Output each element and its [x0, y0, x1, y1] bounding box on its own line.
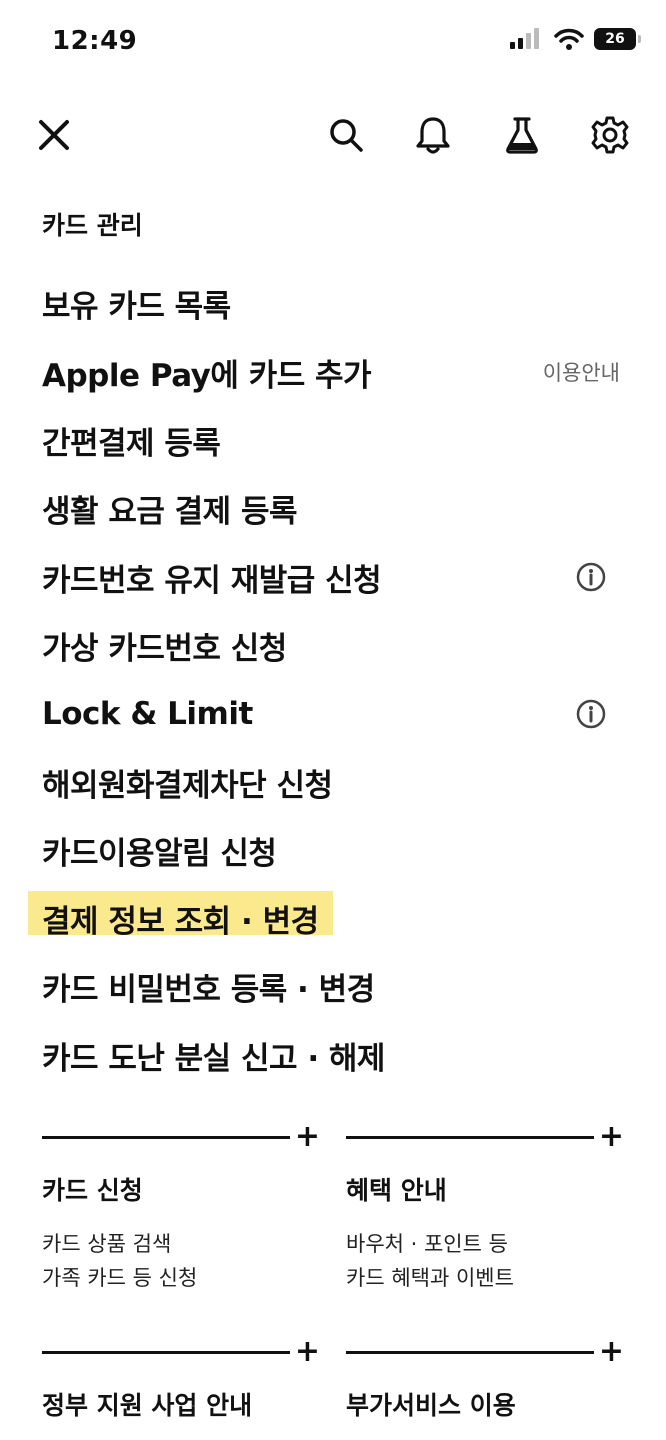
- tile-divider: +: [346, 1334, 624, 1369]
- plus-icon: +: [598, 1119, 624, 1154]
- menu-item-dcc-block[interactable]: 해외원화결제차단 신청: [42, 754, 632, 810]
- tile-card-application[interactable]: + 카드 신청 카드 상품 검색 가족 카드 등 신청: [42, 1119, 320, 1295]
- tile-description-line: 바우처 · 포인트 등: [346, 1232, 508, 1256]
- close-button[interactable]: [24, 105, 84, 165]
- tile-description-line: 가족 카드 등 신청: [42, 1266, 198, 1290]
- menu-item-label: 보유 카드 목록: [42, 288, 231, 325]
- divider-line: [346, 1351, 594, 1354]
- search-button[interactable]: [316, 105, 376, 165]
- menu-item-payment-info[interactable]: 결제 정보 조회 · 변경: [42, 890, 632, 946]
- plus-icon: +: [294, 1334, 320, 1369]
- battery-indicator: 26: [594, 28, 641, 50]
- tile-title: 혜택 안내: [346, 1176, 447, 1205]
- menu-item-label: 결제 정보 조회 · 변경: [42, 903, 319, 940]
- lab-button[interactable]: [492, 105, 552, 165]
- menu-item-utility-payment[interactable]: 생활 요금 결제 등록: [42, 480, 632, 536]
- tile-benefits[interactable]: + 혜택 안내 바우처 · 포인트 등 카드 혜택과 이벤트: [346, 1119, 624, 1295]
- menu-item-label: 카드 비밀번호 등록 · 변경: [42, 971, 375, 1008]
- tile-description-line: 카드 상품 검색: [42, 1232, 172, 1256]
- toolbar: [0, 105, 666, 167]
- divider-line: [346, 1136, 594, 1139]
- menu-item-apple-pay[interactable]: Apple Pay에 카드 추가 이용안내: [42, 344, 632, 400]
- close-icon: [39, 120, 69, 150]
- tile-government-support[interactable]: + 정부 지원 사업 안내: [42, 1334, 320, 1422]
- menu-item-card-list[interactable]: 보유 카드 목록: [42, 275, 632, 331]
- tile-description: 카드 상품 검색 가족 카드 등 신청: [42, 1227, 320, 1295]
- tile-description-line: 카드 혜택과 이벤트: [346, 1266, 514, 1290]
- tile-title: 카드 신청: [42, 1176, 143, 1205]
- menu-item-reissue[interactable]: 카드번호 유지 재발급 신청: [42, 549, 632, 605]
- gear-icon: [591, 116, 629, 154]
- tile-title: 정부 지원 사업 안내: [42, 1391, 253, 1420]
- menu-item-label: 해외원화결제차단 신청: [42, 767, 333, 804]
- bell-icon: [416, 117, 450, 154]
- menu-item-label: 카드번호 유지 재발급 신청: [42, 562, 382, 599]
- tile-divider: +: [42, 1119, 320, 1154]
- wifi-icon: [554, 28, 584, 50]
- menu-item-label: 가상 카드번호 신청: [42, 630, 287, 667]
- settings-button[interactable]: [580, 105, 640, 165]
- divider-line: [42, 1351, 290, 1354]
- menu-item-lost-stolen[interactable]: 카드 도난 분실 신고 · 해제: [42, 1027, 632, 1083]
- status-icons: 26: [510, 28, 641, 50]
- menu-item-label: Lock & Limit: [42, 696, 253, 732]
- search-icon: [330, 119, 363, 152]
- menu-item-label: 카드이용알림 신청: [42, 835, 277, 872]
- tile-divider: +: [346, 1119, 624, 1154]
- tile-title: 부가서비스 이용: [346, 1391, 516, 1420]
- menu-item-card-password[interactable]: 카드 비밀번호 등록 · 변경: [42, 958, 632, 1014]
- menu-item-label: 생활 요금 결제 등록: [42, 493, 298, 530]
- menu-item-label: 카드 도난 분실 신고 · 해제: [42, 1040, 385, 1077]
- divider-line: [42, 1136, 290, 1139]
- apple-pay-guide-link[interactable]: 이용안내: [543, 357, 620, 387]
- signal-icon: [510, 28, 539, 49]
- menu-item-lock-limit[interactable]: Lock & Limit: [42, 686, 632, 742]
- menu-item-easy-pay[interactable]: 간편결제 등록: [42, 412, 632, 468]
- status-time: 12:49: [52, 26, 138, 56]
- section-title: 카드 관리: [42, 211, 143, 240]
- status-bar: 12:49 26: [0, 0, 666, 86]
- menu-item-virtual-card[interactable]: 가상 카드번호 신청: [42, 617, 632, 673]
- menu-item-usage-alert[interactable]: 카드이용알림 신청: [42, 822, 632, 878]
- info-icon[interactable]: [576, 699, 606, 729]
- plus-icon: +: [294, 1119, 320, 1154]
- notifications-button[interactable]: [403, 105, 463, 165]
- menu-item-label: Apple Pay에 카드 추가: [42, 357, 372, 394]
- menu-item-label: 간편결제 등록: [42, 425, 221, 462]
- tile-description: 바우처 · 포인트 등 카드 혜택과 이벤트: [346, 1227, 624, 1295]
- tile-extra-services[interactable]: + 부가서비스 이용: [346, 1334, 624, 1422]
- tile-divider: +: [42, 1334, 320, 1369]
- plus-icon: +: [598, 1334, 624, 1369]
- info-icon[interactable]: [576, 562, 606, 592]
- flask-icon: [506, 117, 538, 154]
